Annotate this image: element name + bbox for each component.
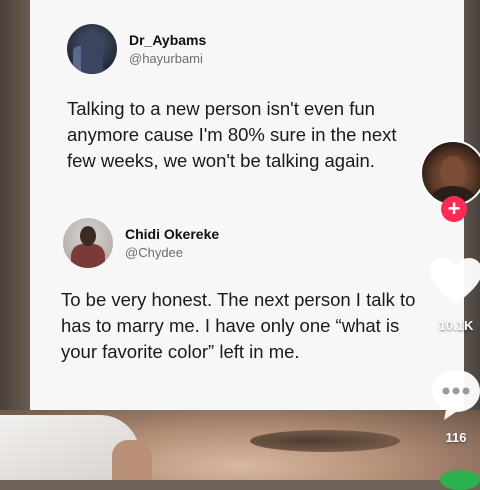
heart-icon[interactable] <box>428 257 480 307</box>
tweet1-handle: @hayurbami <box>129 51 203 66</box>
like-count: 10.1K <box>438 318 474 333</box>
tweet1-username: Dr_Aybams <box>129 32 207 48</box>
tweet2-avatar <box>63 218 113 268</box>
comment-count: 116 <box>445 430 467 445</box>
tweet2-username: Chidi Okereke <box>125 226 220 242</box>
tweet1-text: Talking to a new person isn't even fun a… <box>67 98 397 171</box>
tweet1-avatar <box>67 24 117 74</box>
video-hand <box>112 440 152 480</box>
follow-button[interactable]: + <box>441 196 467 222</box>
tweet2-header: Chidi Okereke @Chydee <box>63 218 219 268</box>
share-icon[interactable] <box>440 470 480 490</box>
tweet-overlay-card: Dr_Aybams @hayurbami Talking to a new pe… <box>30 0 464 410</box>
tweet1-header: Dr_Aybams @hayurbami <box>67 24 206 74</box>
tweet2-handle: @Chydee <box>125 245 184 260</box>
tweet2-text: To be very honest. The next person I tal… <box>61 289 416 362</box>
video-eyebrow <box>250 430 400 452</box>
video-background-left <box>0 0 30 480</box>
comment-icon[interactable] <box>428 366 480 422</box>
